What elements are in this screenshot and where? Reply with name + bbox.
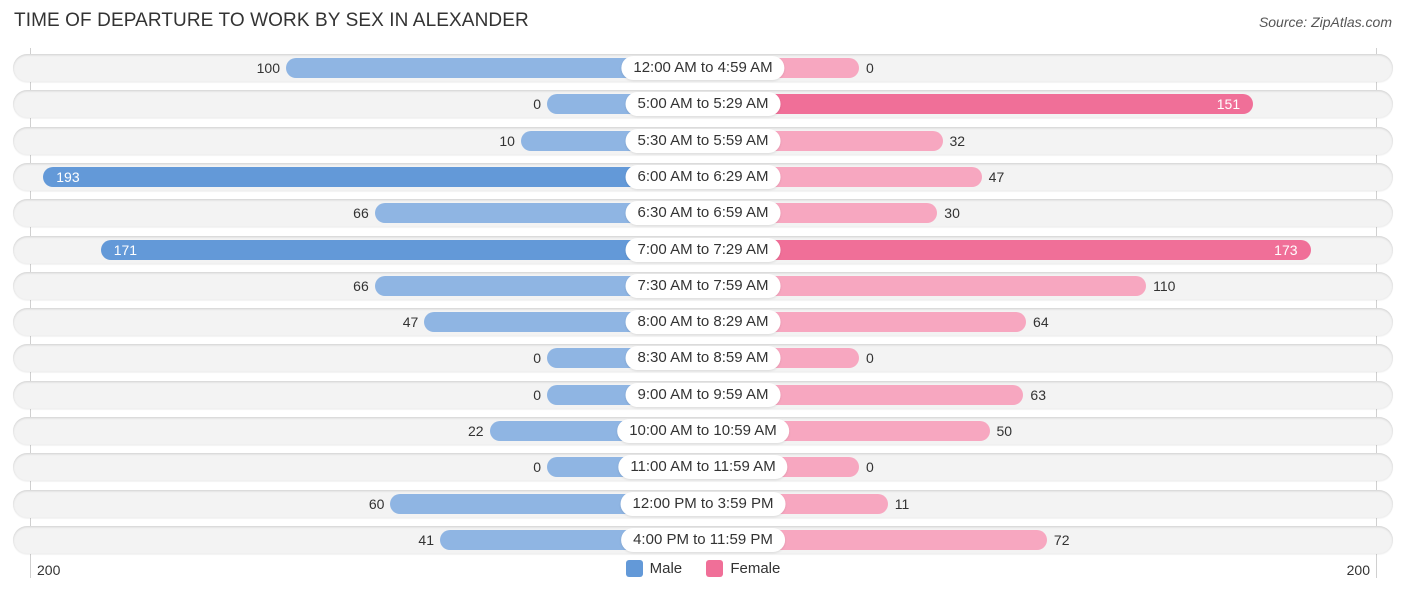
legend-swatch-male: [625, 560, 643, 577]
category-label: 5:30 AM to 5:59 AM: [625, 128, 781, 153]
chart-title: TIME OF DEPARTURE TO WORK BY SEX IN ALEX…: [14, 10, 529, 31]
female-value-label: 0: [866, 350, 874, 367]
male-value-label: 10: [499, 132, 515, 149]
female-value-label: 11: [894, 495, 910, 512]
male-value-label: 0: [533, 386, 541, 403]
male-value-label: 171: [113, 241, 138, 258]
legend-label-female: Female: [730, 560, 781, 577]
female-value-label: 151: [1216, 96, 1241, 113]
legend-item-male[interactable]: Male: [625, 560, 683, 577]
female-value-label: 110: [1153, 277, 1176, 294]
category-label: 6:00 AM to 6:29 AM: [625, 164, 781, 189]
category-label: 7:30 AM to 7:59 AM: [625, 273, 781, 298]
category-label: 12:00 PM to 3:59 PM: [620, 491, 786, 516]
female-value-label: 64: [1033, 314, 1049, 331]
female-value-label: 0: [866, 60, 874, 76]
male-value-label: 60: [368, 495, 385, 512]
female-value-label: 47: [988, 168, 1005, 185]
male-value-label: 0: [533, 96, 541, 113]
male-value-label: 193: [56, 168, 80, 185]
female-value-label: 0: [866, 459, 874, 476]
female-value-label: 72: [1053, 531, 1070, 548]
category-label: 7:00 AM to 7:29 AM: [625, 237, 781, 262]
category-label: 8:30 AM to 8:59 AM: [625, 346, 781, 371]
male-value-label: 41: [418, 531, 434, 548]
male-value-label: 0: [533, 459, 541, 476]
source-label: Source: ZipAtlas.com: [1258, 14, 1392, 30]
female-value-label: 32: [949, 132, 966, 149]
female-value-label: 173: [1274, 241, 1298, 258]
legend-swatch-female: [706, 560, 724, 577]
legend-item-female[interactable]: Female: [706, 560, 780, 577]
female-value-label: 63: [1030, 386, 1046, 403]
male-value-label: 47: [402, 314, 419, 331]
male-bar[interactable]: [100, 239, 703, 260]
male-value-label: 22: [468, 423, 484, 439]
category-label: 8:00 AM to 8:29 AM: [625, 310, 781, 335]
legend-label-male: Male: [649, 560, 683, 577]
male-value-label: 0: [533, 350, 541, 367]
category-label: 9:00 AM to 9:59 AM: [625, 382, 781, 407]
category-label: 10:00 AM to 10:59 AM: [617, 419, 789, 443]
male-value-label: 66: [353, 277, 369, 294]
category-label: 12:00 AM to 4:59 AM: [621, 56, 785, 80]
category-label: 5:00 AM to 5:29 AM: [625, 92, 781, 117]
male-value-label: 100: [256, 60, 280, 76]
male-bar[interactable]: [43, 166, 703, 187]
female-bar[interactable]: [703, 94, 1254, 115]
male-value-label: 66: [353, 205, 369, 222]
category-label: 4:00 PM to 11:59 PM: [621, 527, 785, 552]
category-label: 11:00 AM to 11:59 AM: [618, 455, 788, 480]
female-value-label: 50: [996, 423, 1013, 439]
female-bar[interactable]: [703, 239, 1311, 260]
category-label: 6:30 AM to 6:59 AM: [625, 201, 781, 226]
female-value-label: 30: [944, 205, 960, 222]
legend: Male Female: [0, 560, 1406, 581]
